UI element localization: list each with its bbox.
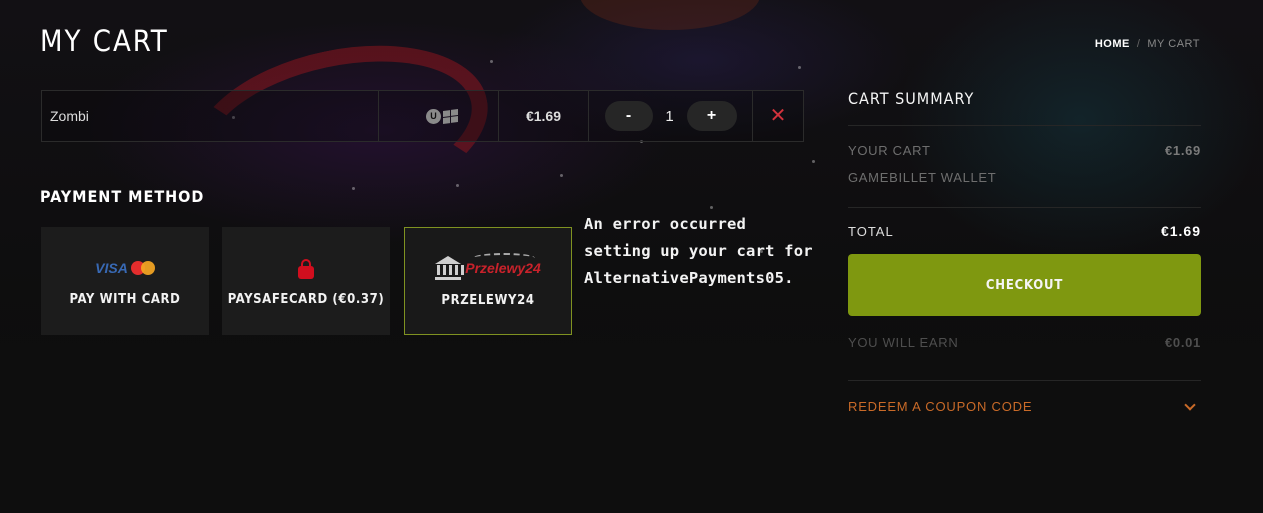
visa-logo-text: VISA (95, 259, 128, 276)
bank-icon (435, 255, 465, 280)
breadcrumb: HOME / MY CART (1095, 38, 1200, 50)
wallet-label: GAMEBILLET WALLET (848, 170, 997, 185)
uplay-icon: U (426, 108, 441, 124)
quantity-decrement-button[interactable]: - (604, 101, 653, 131)
wallet-row: GAMEBILLET WALLET (848, 170, 1201, 197)
payment-method-title: PAYMENT METHOD (40, 187, 205, 206)
payment-option-label: PRZELEWY24 (441, 292, 535, 308)
visa-mastercard-logo: VISA (95, 256, 155, 280)
total-label: TOTAL (848, 223, 894, 239)
quantity-increment-button[interactable]: + (686, 101, 737, 131)
chevron-down-icon (1184, 398, 1196, 411)
cart-item-price: €1.69 (499, 91, 589, 141)
payment-option-label: PAYSAFECARD (€0.37) (227, 291, 385, 307)
page-title: MY CART (40, 24, 169, 58)
payment-option-paysafecard[interactable]: PAYSAFECARD (€0.37) (222, 227, 390, 335)
payment-error-message: An error occurred setting up your cart f… (584, 215, 813, 287)
payment-option-label: PAY WITH CARD (69, 291, 181, 307)
lock-icon (298, 256, 314, 280)
total-row: TOTAL €1.69 (848, 208, 1201, 254)
total-amount: €1.69 (1160, 223, 1201, 239)
your-cart-label: YOUR CART (848, 143, 931, 158)
quantity-stepper: - 1 + (589, 91, 753, 141)
windows-icon (443, 108, 458, 124)
mastercard-icon (130, 260, 155, 275)
earn-amount: €0.01 (1164, 335, 1201, 350)
payment-option-card[interactable]: VISA PAY WITH CARD (41, 227, 209, 335)
breadcrumb-current: MY CART (1147, 38, 1200, 50)
cart-summary-title: CART SUMMARY (848, 86, 1201, 126)
earn-label: YOU WILL EARN (848, 335, 959, 350)
cart-item-platforms: U (379, 91, 499, 141)
redeem-coupon-toggle[interactable]: REDEEM A COUPON CODE (848, 380, 1201, 432)
checkout-button[interactable]: CHECKOUT (848, 254, 1201, 316)
cart-summary-panel: CART SUMMARY YOUR CART €1.69 GAMEBILLET … (848, 86, 1201, 432)
cart-item-name[interactable]: Zombi (42, 91, 379, 141)
redeem-coupon-label: REDEEM A COUPON CODE (848, 399, 1033, 414)
remove-item-cell: ✕ (753, 91, 803, 141)
przelewy24-logo: Przelewy24 (435, 252, 541, 281)
your-cart-row: YOUR CART €1.69 (848, 143, 1201, 170)
earn-row: YOU WILL EARN €0.01 (848, 335, 1201, 361)
breadcrumb-home-link[interactable]: HOME (1095, 38, 1130, 50)
your-cart-amount: €1.69 (1164, 143, 1201, 158)
breadcrumb-separator: / (1136, 38, 1141, 50)
quantity-value: 1 (665, 107, 674, 125)
cart-item-row: Zombi U €1.69 - 1 + ✕ (41, 90, 804, 142)
remove-item-icon[interactable]: ✕ (770, 106, 787, 126)
payment-option-przelewy24[interactable]: Przelewy24 PRZELEWY24 (404, 227, 572, 335)
